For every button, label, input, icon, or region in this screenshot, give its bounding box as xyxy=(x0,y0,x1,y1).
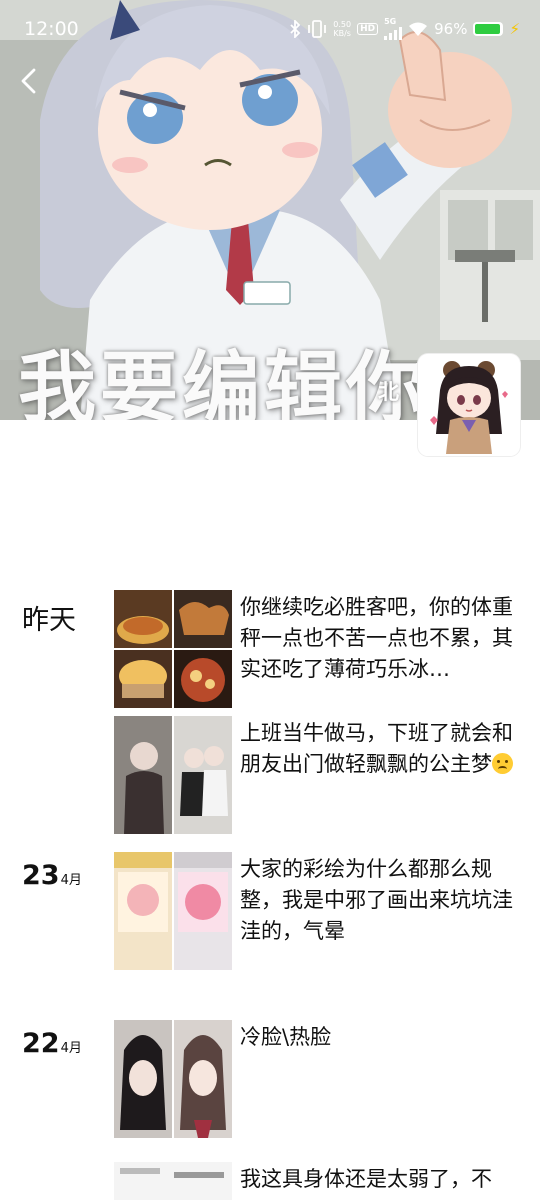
post-text-content: 上班当牛做马，下班了就会和朋友出门做轻飘飘的公主梦 xyxy=(240,721,513,776)
feed-post[interactable]: 冷脸\热脸 xyxy=(0,1020,540,1146)
post-image xyxy=(114,590,172,648)
battery-icon xyxy=(473,22,504,36)
post-image-grid[interactable] xyxy=(114,716,232,834)
network-type: 5G xyxy=(384,17,397,26)
avatar[interactable] xyxy=(418,354,520,456)
post-text: 你继续吃必胜客吧，你的体重秤一点也不苦一点也不累，其实还吃了薄荷巧乐冰… xyxy=(240,595,513,681)
net-speed-value: 0.50 xyxy=(333,20,352,29)
post-image xyxy=(114,650,172,708)
crying-face-icon xyxy=(492,753,513,774)
post-image xyxy=(174,716,232,834)
post-image xyxy=(114,1162,232,1200)
charging-bolt-icon: ⚡ xyxy=(509,20,520,38)
post-image xyxy=(174,852,232,970)
post-text: 我这具身体还是太弱了，不 xyxy=(240,1167,492,1191)
post-image xyxy=(114,1020,172,1138)
back-button[interactable] xyxy=(14,64,44,98)
wifi-icon xyxy=(409,22,428,36)
net-speed: 0.50 KB/s xyxy=(333,20,351,38)
post-text: 冷脸\热脸 xyxy=(240,1025,332,1049)
feed-post[interactable]: 大家的彩绘为什么都那么规整，我是中邪了画出来坑坑洼洼的，气晕 xyxy=(0,852,540,978)
feed-post[interactable]: 你继续吃必胜客吧，你的体重秤一点也不苦一点也不累，其实还吃了薄荷巧乐冰… xyxy=(0,590,540,716)
post-image-grid[interactable] xyxy=(114,1020,232,1138)
post-image xyxy=(174,590,232,648)
battery-percent: 96% xyxy=(434,20,468,38)
post-image xyxy=(174,1020,232,1138)
bluetooth-icon xyxy=(290,20,301,38)
status-icons: 0.50 KB/s HD 5G 96% ⚡ xyxy=(289,14,520,44)
post-image-grid[interactable] xyxy=(114,590,232,708)
net-speed-unit: KB/s xyxy=(333,29,351,38)
post-text: 大家的彩绘为什么都那么规整，我是中邪了画出来坑坑洼洼的，气晕 xyxy=(240,857,513,943)
post-image xyxy=(114,716,172,834)
post-text: 上班当牛做马，下班了就会和朋友出门做轻飘飘的公主梦 xyxy=(240,718,520,780)
moments-feed: 昨天 你继续吃必胜客吧，你的体重秤一点也不苦一点也不累，其实还吃了薄荷巧乐冰… … xyxy=(0,590,540,1200)
status-time: 12:00 xyxy=(24,18,79,40)
feed-day-yesterday: 昨天 你继续吃必胜客吧，你的体重秤一点也不苦一点也不累，其实还吃了薄荷巧乐冰… … xyxy=(0,590,540,852)
signal-indicator: 5G xyxy=(384,17,403,40)
avatar-illustration xyxy=(418,354,520,456)
profile-name: 北 xyxy=(378,380,399,404)
feed-post[interactable]: 上班当牛做马，下班了就会和朋友出门做轻飘飘的公主梦 xyxy=(0,716,540,842)
battery-fill xyxy=(475,24,501,34)
post-image-grid[interactable] xyxy=(114,852,232,970)
post-image xyxy=(114,852,172,970)
hd-badge: HD xyxy=(357,23,379,35)
post-image xyxy=(174,650,232,708)
feed-day-23: 234月 大家的彩绘为什么都那么规整，我是中邪了画出来坑坑洼洼的，气晕 xyxy=(0,852,540,1020)
status-bar: 12:00 0.50 KB/s HD 5G 96% ⚡ xyxy=(0,0,540,58)
chevron-left-icon xyxy=(21,68,36,94)
vibrate-icon xyxy=(308,20,327,38)
signal-icon xyxy=(384,26,403,40)
feed-post-partial[interactable]: 我这具身体还是太弱了，不 xyxy=(0,1162,540,1200)
